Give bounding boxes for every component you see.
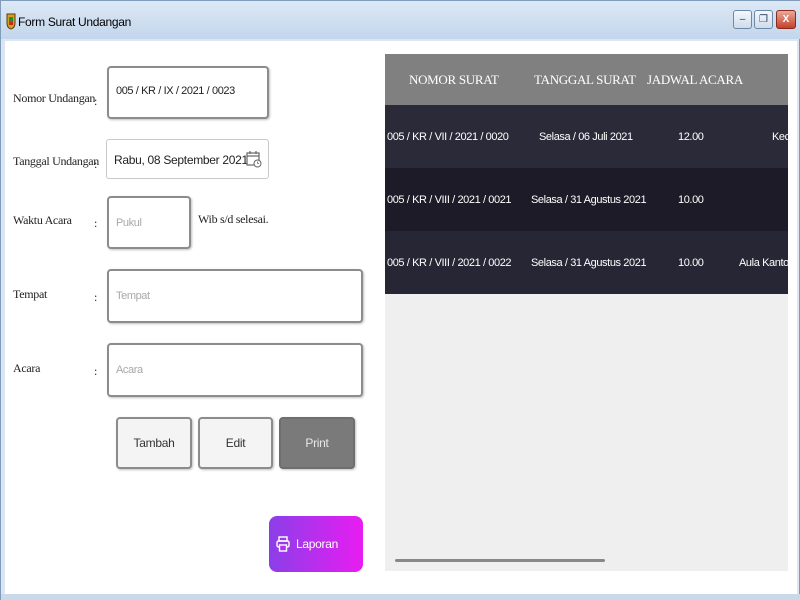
waktu-acara-label: Waktu Acara [13,213,72,227]
undangan-data-grid[interactable]: NOMOR SURAT TANGGAL SURAT JADWAL ACARA 0… [385,54,788,571]
table-row[interactable]: 005 / KR / VIII / 2021 / 0022 Selasa / 3… [385,231,788,294]
close-button[interactable]: X [776,10,796,29]
cell-tanggal-surat: Selasa / 31 Agustus 2021 [531,257,647,269]
cell-nomor-surat: 005 / KR / VIII / 2021 / 0022 [387,257,512,269]
nomor-undangan-input[interactable]: 005 / KR / IX / 2021 / 0023 [107,66,269,119]
cell-nomor-surat: 005 / KR / VII / 2021 / 0020 [387,131,509,143]
cell-tanggal-surat: Selasa / 06 Juli 2021 [539,131,633,143]
horizontal-scrollbar[interactable] [395,559,605,562]
cell-tempat: Keca [772,131,788,143]
acara-colon: : [94,364,98,378]
nomor-undangan-value: 005 / KR / IX / 2021 / 0023 [116,85,235,97]
nomor-colon: : [94,94,98,108]
tempat-colon: : [94,290,98,304]
print-button[interactable]: Print [279,417,355,469]
calendar-icon[interactable] [246,150,262,168]
nomor-undangan-label: Nomor Undangan [13,91,96,105]
restore-button[interactable]: ❐ [754,10,773,29]
window-title: Form Surat Undangan [18,15,132,29]
cell-nomor-surat: 005 / KR / VIII / 2021 / 0021 [387,194,512,206]
table-row[interactable]: 005 / KR / VIII / 2021 / 0021 Selasa / 3… [385,168,788,231]
tanggal-undangan-value: Rabu, 08 September 2021 [114,153,248,167]
tempat-input[interactable]: Tempat [107,269,363,323]
waktu-acara-placeholder: Pukul [116,217,142,229]
tempat-placeholder: Tempat [116,290,150,302]
table-row[interactable]: 005 / KR / VII / 2021 / 0020 Selasa / 06… [385,105,788,168]
window-bottom-border [1,594,800,600]
app-logo-icon [6,13,16,30]
waktu-suffix-label: Wib s/d selesai. [198,212,269,226]
tanggal-undangan-datepicker[interactable]: Rabu, 08 September 2021 [106,139,269,179]
cell-jadwal-acara: 10.00 [678,257,704,269]
app-window: Form Surat Undangan – ❐ X Nomor Undangan… [0,0,800,600]
laporan-button[interactable]: Laporan [269,516,363,572]
acara-placeholder: Acara [116,364,143,376]
column-header-tanggal-surat[interactable]: TANGGAL SURAT [534,72,636,88]
tanggal-colon: : [94,157,98,171]
cell-tempat: Aula Kantor C [739,257,788,269]
acara-label: Acara [13,361,41,375]
edit-button[interactable]: Edit [198,417,273,469]
column-header-nomor-surat[interactable]: NOMOR SURAT [409,72,499,88]
tanggal-undangan-label: Tanggal Undangan [13,154,99,168]
grid-header: NOMOR SURAT TANGGAL SURAT JADWAL ACARA [385,54,788,105]
acara-input[interactable]: Acara [107,343,363,397]
minimize-button[interactable]: – [733,10,752,29]
printer-icon [276,536,290,552]
cell-tanggal-surat: Selasa / 31 Agustus 2021 [531,194,647,206]
column-header-jadwal-acara[interactable]: JADWAL ACARA [647,72,743,88]
tempat-label: Tempat [13,287,48,301]
cell-jadwal-acara: 10.00 [678,194,704,206]
laporan-label: Laporan [296,537,338,551]
waktu-acara-input[interactable]: Pukul [107,196,191,249]
waktu-colon: : [94,216,98,230]
tambah-button[interactable]: Tambah [116,417,192,469]
cell-jadwal-acara: 12.00 [678,131,704,143]
title-bar[interactable]: Form Surat Undangan – ❐ X [1,1,800,39]
